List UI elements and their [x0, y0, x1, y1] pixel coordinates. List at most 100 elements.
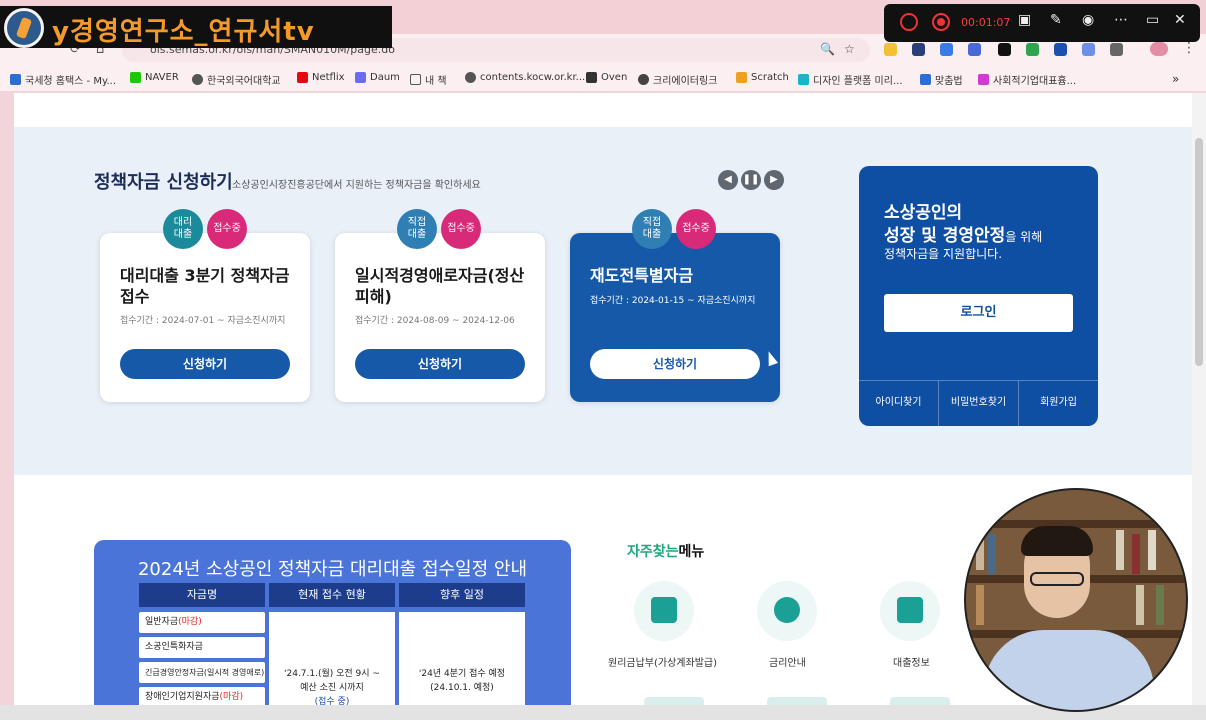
glasses	[1030, 572, 1084, 586]
bookmark-favicon-icon	[798, 74, 809, 85]
login-panel: 소상공인의 성장 및 경영안정을 위해 정책자금을 지원합니다. 로그인 아이디…	[859, 166, 1098, 426]
favorite-label[interactable]: 대출정보	[893, 654, 930, 669]
bookmarks-bar: 국세청 홈택스 - My... NAVER 한국외국어대학교 Netflix D…	[0, 66, 1206, 92]
close-icon[interactable]: ✕	[1174, 12, 1186, 28]
favorite-label[interactable]: 금리안내	[769, 654, 806, 669]
find-password-link[interactable]: 비밀번호찾기	[939, 381, 1019, 426]
find-id-link[interactable]: 아이디찾기	[859, 381, 939, 426]
channel-banner: y경영연구소_연규서tv	[0, 6, 392, 48]
bookmarks-overflow-icon[interactable]: »	[1172, 72, 1179, 86]
policy-section-subtitle: 소상공인시장진흥공단에서 지원하는 정책자금을 확인하세요	[232, 180, 481, 191]
bookmark-favicon-icon	[920, 74, 931, 85]
login-panel-heading-2: 성장 및 경영안정을 위해	[884, 226, 1043, 246]
apply-button[interactable]: 신청하기	[120, 349, 290, 379]
schedule-col-header: 현재 접수 현황	[269, 583, 395, 607]
more-icon[interactable]: ⋯	[1114, 12, 1128, 28]
book	[988, 534, 996, 574]
extension-icon[interactable]	[998, 43, 1011, 56]
pause-record-icon[interactable]	[900, 13, 918, 31]
eye-icon[interactable]: ◉	[1082, 12, 1094, 28]
zoom-icon[interactable]: 🔍	[820, 42, 835, 56]
book	[1132, 534, 1140, 574]
bookmark-item[interactable]: 맞춤법	[920, 72, 963, 87]
bookmark-favicon-icon	[355, 72, 366, 83]
puzzle-icon[interactable]	[1110, 43, 1123, 56]
page-top-strip	[14, 93, 1192, 127]
bookmark-item[interactable]: Scratch	[736, 72, 789, 83]
signup-link[interactable]: 회원가입	[1019, 381, 1098, 426]
policy-card-active[interactable]: 재도전특별자금 접수기간 : 2024-01-15 ~ 자금소진시까지 신청하기	[570, 233, 780, 402]
slider-pause-button[interactable]: ❚❚	[741, 170, 761, 190]
policy-card[interactable]: 대리대출 3분기 정책자금 접수 접수기간 : 2024-07-01 ~ 자금소…	[100, 233, 310, 402]
webcam-overlay	[964, 488, 1188, 712]
bookmark-item[interactable]: Netflix	[297, 72, 345, 83]
favorite-label[interactable]: 원리금납부(가상계좌발급)	[608, 654, 717, 669]
card-period: 접수기간 : 2024-08-09 ~ 2024-12-06	[355, 316, 515, 326]
schedule-current-box: '24.7.1.(월) 오전 9시 ~ 예산 소진 시까지 (접수 중)	[269, 612, 395, 705]
policy-card[interactable]: 일시적경영애로자금(정산피해) 접수기간 : 2024-08-09 ~ 2024…	[335, 233, 545, 402]
card-period: 접수기간 : 2024-01-15 ~ 자금소진시까지	[590, 296, 756, 306]
bookmark-item[interactable]: 사회적기업대표흄...	[978, 72, 1076, 87]
bookmark-favicon-icon	[130, 72, 141, 83]
schedule-future-box: '24년 4분기 접수 예정 (24.10.1. 예정)	[399, 612, 525, 705]
book	[1148, 530, 1156, 570]
bookmark-favicon-icon	[465, 72, 476, 83]
apply-button[interactable]: 신청하기	[355, 349, 525, 379]
extension-icon[interactable]	[940, 43, 953, 56]
bookmark-item[interactable]: 국세청 홈택스 - My...	[10, 72, 116, 87]
card-period: 접수기간 : 2024-07-01 ~ 자금소진시까지	[120, 316, 286, 326]
book	[976, 530, 984, 570]
bookmark-item[interactable]: 크리에이터링크	[638, 72, 717, 87]
record-timer: 00:01:07	[961, 16, 1011, 29]
camera-icon[interactable]: ▣	[1018, 12, 1031, 28]
extension-icon[interactable]	[1054, 43, 1067, 56]
bookmark-item[interactable]: contents.kocw.or.kr...	[465, 72, 585, 83]
extension-icon[interactable]	[912, 43, 925, 56]
scrollbar-thumb[interactable]	[1195, 138, 1203, 366]
card-title: 재도전특별자금	[590, 266, 694, 285]
bookmark-favicon-icon	[586, 72, 597, 83]
login-panel-heading: 소상공인의	[884, 203, 963, 223]
card-title: 대리대출 3분기 정책자금 접수	[120, 266, 290, 306]
login-button[interactable]: 로그인	[884, 294, 1073, 332]
stop-record-icon[interactable]	[932, 13, 950, 31]
menu-icon-partial	[767, 697, 827, 705]
bookmark-item[interactable]: 내 책	[410, 72, 447, 87]
card-title: 일시적경영애로자금(정산피해)	[355, 266, 525, 306]
menu-icon-partial	[644, 697, 704, 705]
extension-icon[interactable]	[1082, 43, 1095, 56]
schedule-future-text: '24년 4분기 접수 예정 (24.10.1. 예정)	[418, 669, 506, 693]
bookmark-item[interactable]: Daum	[355, 72, 400, 83]
extension-icon[interactable]	[884, 43, 897, 56]
caption-icon[interactable]: ▭	[1146, 12, 1159, 28]
bookmark-item[interactable]: Oven	[586, 72, 627, 83]
extension-icon[interactable]	[1026, 43, 1039, 56]
bookmark-favicon-icon	[638, 74, 649, 85]
loan-info-icon[interactable]	[880, 581, 940, 641]
folder-icon	[410, 74, 421, 85]
bookmark-item[interactable]: NAVER	[130, 72, 179, 83]
pen-icon[interactable]: ✎	[1050, 12, 1062, 28]
extension-icon[interactable]	[968, 43, 981, 56]
bookmark-item[interactable]: 한국외국어대학교	[192, 72, 281, 87]
interest-icon[interactable]	[757, 581, 817, 641]
menu-icon-partial	[890, 697, 950, 705]
slider-prev-button[interactable]: ◀	[718, 170, 738, 190]
profile-avatar[interactable]	[1150, 42, 1168, 56]
book	[1156, 585, 1164, 625]
person-hair	[1021, 526, 1093, 556]
menu-kebab-icon[interactable]: ⋮	[1182, 40, 1196, 56]
schedule-fund-item: 긴급경영안정자금(일시적 경영애로)	[139, 662, 265, 683]
loan-type-badge: 직접 대출	[397, 209, 437, 249]
book	[1136, 585, 1144, 625]
book	[1116, 530, 1124, 570]
payment-icon[interactable]	[634, 581, 694, 641]
person-shirt	[984, 630, 1154, 710]
status-badge: 접수중	[207, 209, 247, 249]
apply-button[interactable]: 신청하기	[590, 349, 760, 379]
schedule-banner[interactable]: 2024년 소상공인 정책자금 대리대출 접수일정 안내 자금명 현재 접수 현…	[94, 540, 571, 705]
bookmark-star-icon[interactable]: ☆	[844, 42, 855, 56]
bookmark-favicon-icon	[192, 74, 203, 85]
bookmark-item[interactable]: 디자인 플랫폼 미리...	[798, 72, 903, 87]
slider-next-button[interactable]: ▶	[764, 170, 784, 190]
